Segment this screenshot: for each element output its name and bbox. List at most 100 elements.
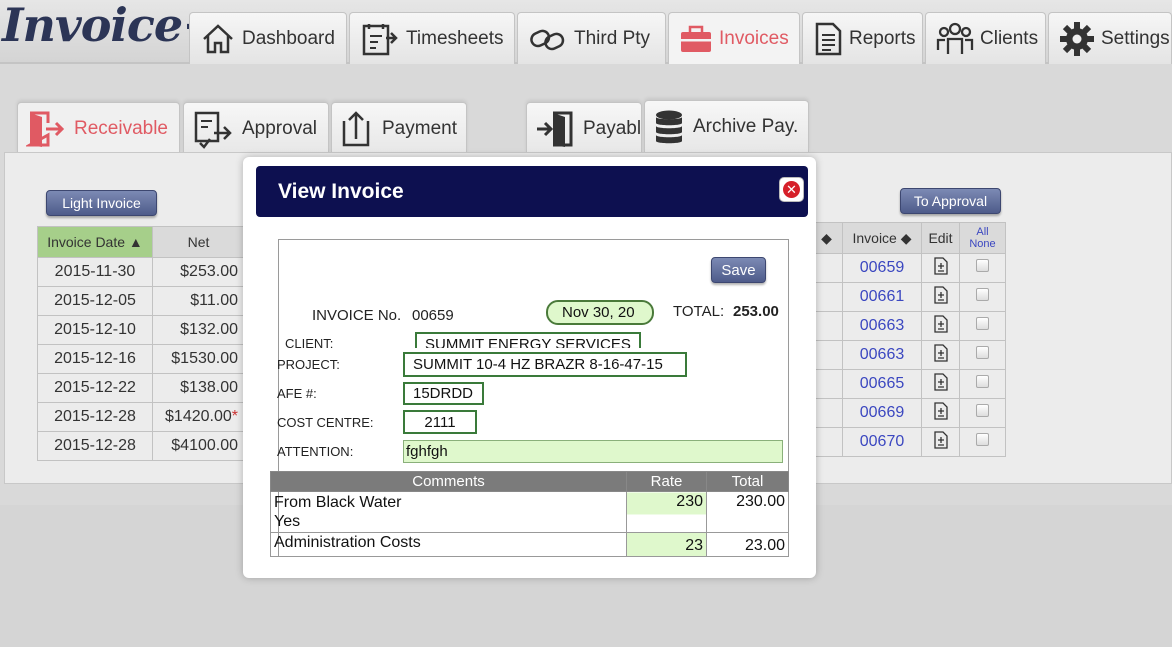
- top-navigation-bar: Invoice+ Dashboard Timesheets Third Pty …: [0, 0, 1172, 64]
- link-icon: [530, 29, 565, 50]
- table-row[interactable]: 2015-12-28 $4100.00: [37, 431, 245, 461]
- comment-text: Yes: [274, 513, 301, 530]
- line-comment[interactable]: From Black Water Yes: [270, 491, 627, 533]
- invoice-date: 2015-12-28: [37, 431, 153, 461]
- line-rate[interactable]: 23: [626, 532, 707, 557]
- select-all-link[interactable]: All: [976, 226, 988, 238]
- client-field[interactable]: SUMMIT ENERGY SERVICES: [415, 332, 641, 348]
- tab-third-pty[interactable]: Third Pty: [517, 12, 666, 64]
- table-row[interactable]: 00665: [810, 369, 1006, 399]
- edit-document-icon[interactable]: [933, 401, 949, 420]
- invoice-net: $1530.00: [152, 344, 245, 374]
- invoice-number-link[interactable]: 00665: [842, 369, 922, 399]
- tab-clients[interactable]: Clients: [925, 12, 1046, 64]
- tab-reports[interactable]: Reports: [802, 12, 923, 64]
- invoice-number-link[interactable]: 00669: [842, 398, 922, 428]
- column-invoice-date[interactable]: Invoice Date ▲: [37, 226, 153, 258]
- table-row[interactable]: 2015-11-30 $253.00: [37, 257, 245, 287]
- edit-cell[interactable]: [921, 253, 960, 283]
- close-icon: ✕: [783, 181, 800, 198]
- light-invoice-button[interactable]: Light Invoice: [46, 190, 157, 216]
- edit-cell[interactable]: [921, 369, 960, 399]
- enter-door-icon: [537, 111, 573, 147]
- edit-cell[interactable]: [921, 282, 960, 312]
- select-cell: [959, 282, 1006, 312]
- invoice-number-link[interactable]: 00663: [842, 340, 922, 370]
- row-checkbox[interactable]: [976, 317, 989, 330]
- briefcase-icon: [681, 25, 711, 52]
- row-checkbox[interactable]: [976, 259, 989, 272]
- edit-document-icon[interactable]: [933, 343, 949, 362]
- cost-centre-field[interactable]: 2111: [403, 410, 477, 434]
- table-row[interactable]: 2015-12-10 $132.00: [37, 315, 245, 345]
- invoice-number-link[interactable]: 00661: [842, 282, 922, 312]
- row-checkbox[interactable]: [976, 346, 989, 359]
- subtab-payment[interactable]: Payment: [331, 102, 467, 154]
- select-none-link[interactable]: None: [969, 238, 995, 250]
- line-total: 230.00: [706, 491, 789, 533]
- table-row[interactable]: 00670: [810, 427, 1006, 457]
- tab-settings[interactable]: Settings: [1048, 12, 1172, 64]
- edit-cell[interactable]: [921, 398, 960, 428]
- table-row[interactable]: 2015-12-05 $11.00: [37, 286, 245, 316]
- invoice-number-link[interactable]: 00659: [842, 253, 922, 283]
- column-net[interactable]: Net: [152, 226, 245, 258]
- invoice-net: $1420.00*: [152, 402, 245, 432]
- home-icon: [203, 23, 233, 53]
- to-approval-button[interactable]: To Approval: [900, 188, 1001, 214]
- invoice-date-field[interactable]: Nov 30, 20: [546, 300, 654, 325]
- table-row[interactable]: 00663: [810, 311, 1006, 341]
- attention-label: ATTENTION:: [277, 444, 354, 459]
- select-cell: [959, 253, 1006, 283]
- database-icon: [656, 110, 682, 143]
- tab-label: Reports: [849, 27, 916, 49]
- tab-label: Third Pty: [574, 27, 651, 49]
- row-checkbox[interactable]: [976, 404, 989, 417]
- subtab-archive-pay[interactable]: Archive Pay.: [644, 100, 809, 152]
- edit-document-icon[interactable]: [933, 430, 949, 449]
- tab-invoices[interactable]: Invoices: [668, 12, 800, 64]
- save-button[interactable]: Save: [711, 257, 766, 283]
- invoice-number-label: INVOICE No.: [312, 307, 402, 324]
- tab-dashboard[interactable]: Dashboard: [189, 12, 347, 64]
- line-rate[interactable]: 230: [626, 491, 707, 533]
- row-checkbox[interactable]: [976, 433, 989, 446]
- table-row[interactable]: 2015-12-22 $138.00: [37, 373, 245, 403]
- upload-icon: [342, 110, 370, 146]
- table-row[interactable]: 00659: [810, 253, 1006, 283]
- invoice-number: 00659: [412, 307, 454, 324]
- subtab-approval[interactable]: Approval: [183, 102, 329, 154]
- table-row[interactable]: 00669: [810, 398, 1006, 428]
- cost-centre-label: COST CENTRE:: [277, 415, 374, 430]
- edit-document-icon[interactable]: [933, 372, 949, 391]
- line-comment[interactable]: Administration Costs: [270, 532, 627, 557]
- document-icon: [815, 22, 842, 55]
- table-row[interactable]: 2015-12-28 $1420.00*: [37, 402, 245, 432]
- close-button[interactable]: ✕: [779, 177, 804, 202]
- table-row[interactable]: 00663: [810, 340, 1006, 370]
- column-invoice[interactable]: Invoice ◆: [842, 222, 922, 254]
- row-checkbox[interactable]: [976, 375, 989, 388]
- people-icon: [936, 22, 974, 54]
- edit-document-icon[interactable]: [933, 256, 949, 275]
- subtab-label: Payment: [382, 117, 457, 139]
- attention-field[interactable]: fghfgh: [403, 440, 783, 463]
- edit-document-icon[interactable]: [933, 314, 949, 333]
- invoice-actions-table: ◆ Invoice ◆ Edit All None 00659 00661 00663…: [810, 222, 1006, 457]
- edit-document-icon[interactable]: [933, 285, 949, 304]
- column-select: All None: [959, 222, 1006, 254]
- edit-cell[interactable]: [921, 427, 960, 457]
- table-row[interactable]: 2015-12-16 $1530.00: [37, 344, 245, 374]
- invoice-number-link[interactable]: 00670: [842, 427, 922, 457]
- edit-cell[interactable]: [921, 311, 960, 341]
- tab-timesheets[interactable]: Timesheets: [349, 12, 515, 64]
- edit-cell[interactable]: [921, 340, 960, 370]
- afe-field[interactable]: 15DRDD: [403, 382, 484, 405]
- invoice-net: $132.00: [152, 315, 245, 345]
- invoice-number-link[interactable]: 00663: [842, 311, 922, 341]
- subtab-receivable[interactable]: Receivable: [17, 102, 180, 154]
- row-checkbox[interactable]: [976, 288, 989, 301]
- table-row[interactable]: 00661: [810, 282, 1006, 312]
- subtab-payable[interactable]: Payable: [526, 102, 642, 154]
- project-field[interactable]: SUMMIT 10-4 HZ BRAZR 8-16-47-15: [403, 352, 687, 377]
